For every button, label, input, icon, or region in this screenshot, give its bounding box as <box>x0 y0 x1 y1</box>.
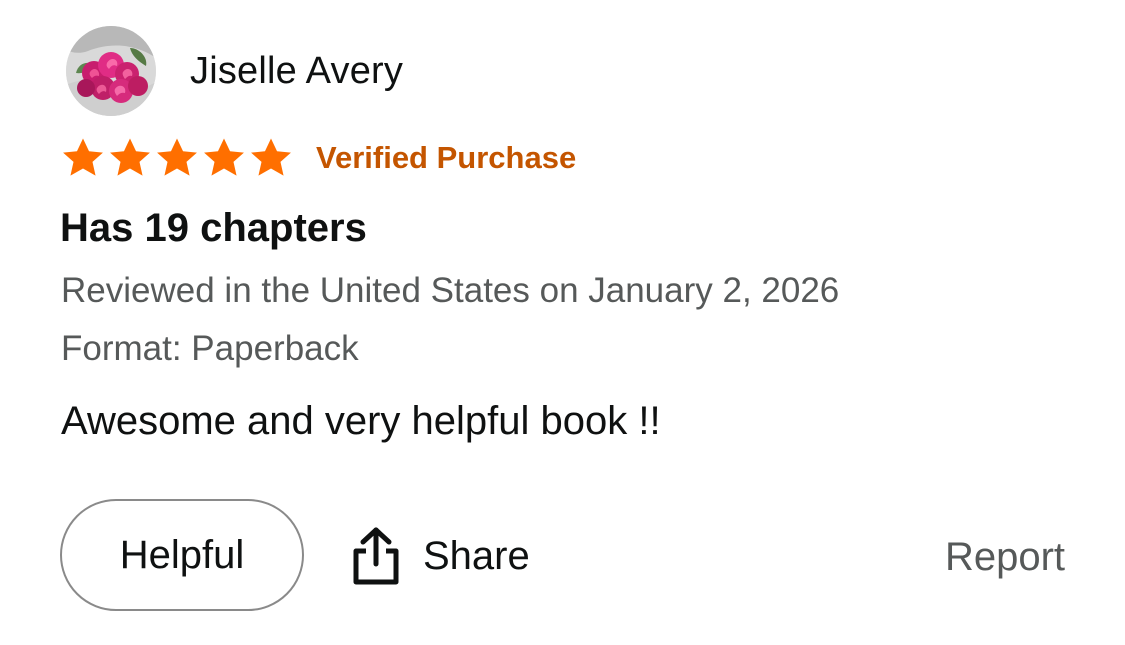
helpful-button[interactable]: Helpful <box>60 499 304 611</box>
reviewer-profile[interactable]: Jiselle Avery <box>66 25 403 117</box>
star-icon <box>110 138 150 176</box>
review-actions: Helpful Share Report <box>60 499 1065 615</box>
review-card: Jiselle Avery Verified Purchase Has 19 c… <box>0 0 1125 645</box>
star-icon <box>204 138 244 176</box>
share-label: Share <box>423 534 530 578</box>
verified-purchase-label: Verified Purchase <box>316 140 577 175</box>
reviewer-name[interactable]: Jiselle Avery <box>190 49 403 93</box>
star-icon <box>63 138 103 176</box>
review-body: Awesome and very helpful book !! <box>61 399 661 443</box>
report-link[interactable]: Report <box>945 533 1065 581</box>
star-icon <box>157 138 197 176</box>
rose-bouquet-avatar-icon <box>66 26 156 116</box>
review-title: Has 19 chapters <box>60 206 367 250</box>
review-date-location: Reviewed in the United States on January… <box>61 271 840 310</box>
reviewer-avatar[interactable] <box>66 26 156 116</box>
rating-row: Verified Purchase <box>60 135 576 181</box>
share-button[interactable]: Share <box>351 523 530 589</box>
share-upload-icon <box>353 527 399 585</box>
review-format: Format: Paperback <box>61 329 359 368</box>
five-star-rating <box>60 135 295 181</box>
star-icon <box>251 138 291 176</box>
